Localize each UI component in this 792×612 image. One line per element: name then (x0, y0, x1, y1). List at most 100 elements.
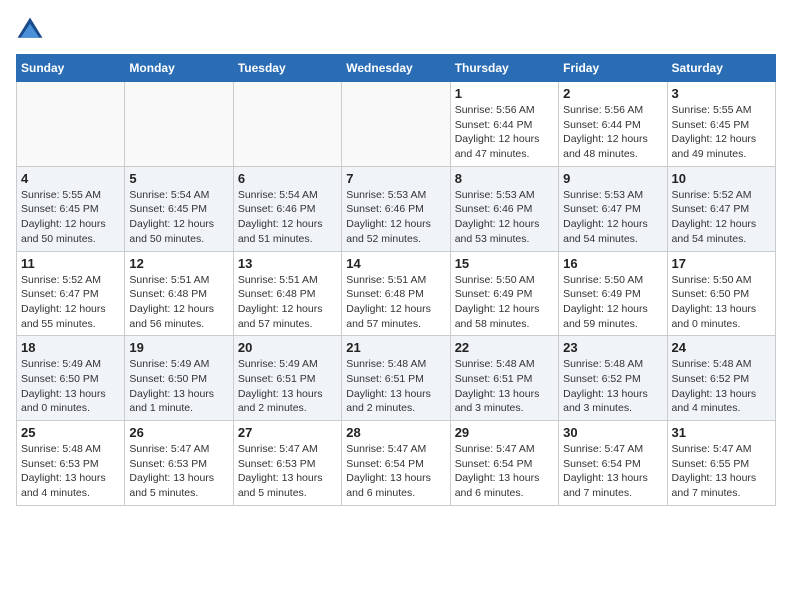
day-number: 24 (672, 340, 771, 355)
day-number: 2 (563, 86, 662, 101)
day-number: 13 (238, 256, 337, 271)
day-number: 18 (21, 340, 120, 355)
day-info: Sunrise: 5:49 AM Sunset: 6:51 PM Dayligh… (238, 357, 337, 416)
calendar-cell: 3 Sunrise: 5:55 AM Sunset: 6:45 PM Daylig… (667, 82, 775, 167)
day-number: 30 (563, 425, 662, 440)
day-info: Sunrise: 5:52 AM Sunset: 6:47 PM Dayligh… (672, 188, 771, 247)
calendar-cell: 2Sunrise: 5:56 AM Sunset: 6:44 PM Daylig… (559, 82, 667, 167)
day-number: 10 (672, 171, 771, 186)
day-number: 31 (672, 425, 771, 440)
calendar-cell (125, 82, 233, 167)
calendar-cell: 18 Sunrise: 5:49 AM Sunset: 6:50 PM Dayli… (17, 336, 125, 421)
weekday-header: Wednesday (342, 55, 450, 82)
day-number: 23 (563, 340, 662, 355)
weekday-header: Saturday (667, 55, 775, 82)
day-info: Sunrise: 5:53 AM Sunset: 6:47 PM Dayligh… (563, 188, 662, 247)
calendar-cell: 28 Sunrise: 5:47 AM Sunset: 6:54 PM Dayli… (342, 421, 450, 506)
day-info: Sunrise: 5:53 AM Sunset: 6:46 PM Dayligh… (346, 188, 445, 247)
calendar-cell: 10 Sunrise: 5:52 AM Sunset: 6:47 PM Dayli… (667, 166, 775, 251)
calendar-cell: 23 Sunrise: 5:48 AM Sunset: 6:52 PM Dayli… (559, 336, 667, 421)
day-info: Sunrise: 5:49 AM Sunset: 6:50 PM Dayligh… (21, 357, 120, 416)
calendar-cell: 7 Sunrise: 5:53 AM Sunset: 6:46 PM Daylig… (342, 166, 450, 251)
calendar-cell: 11 Sunrise: 5:52 AM Sunset: 6:47 PM Dayli… (17, 251, 125, 336)
day-number: 14 (346, 256, 445, 271)
day-info: Sunrise: 5:51 AM Sunset: 6:48 PM Dayligh… (238, 273, 337, 332)
day-number: 27 (238, 425, 337, 440)
day-info: Sunrise: 5:51 AM Sunset: 6:48 PM Dayligh… (129, 273, 228, 332)
day-info: Sunrise: 5:48 AM Sunset: 6:51 PM Dayligh… (455, 357, 554, 416)
calendar-cell: 31 Sunrise: 5:47 AM Sunset: 6:55 PM Dayli… (667, 421, 775, 506)
calendar-cell: 5 Sunrise: 5:54 AM Sunset: 6:45 PM Daylig… (125, 166, 233, 251)
day-info: Sunrise: 5:52 AM Sunset: 6:47 PM Dayligh… (21, 273, 120, 332)
day-info: Sunrise: 5:48 AM Sunset: 6:52 PM Dayligh… (672, 357, 771, 416)
weekday-header: Sunday (17, 55, 125, 82)
calendar-cell: 25 Sunrise: 5:48 AM Sunset: 6:53 PM Dayli… (17, 421, 125, 506)
day-number: 3 (672, 86, 771, 101)
day-number: 28 (346, 425, 445, 440)
day-number: 20 (238, 340, 337, 355)
day-number: 16 (563, 256, 662, 271)
calendar-cell: 26Sunrise: 5:47 AM Sunset: 6:53 PM Dayli… (125, 421, 233, 506)
day-number: 6 (238, 171, 337, 186)
calendar-week-row: 4 Sunrise: 5:55 AM Sunset: 6:45 PM Daylig… (17, 166, 776, 251)
day-info: Sunrise: 5:51 AM Sunset: 6:48 PM Dayligh… (346, 273, 445, 332)
day-info: Sunrise: 5:55 AM Sunset: 6:45 PM Dayligh… (672, 103, 771, 162)
calendar-cell (17, 82, 125, 167)
calendar-cell: 14 Sunrise: 5:51 AM Sunset: 6:48 PM Dayli… (342, 251, 450, 336)
calendar-cell: 20 Sunrise: 5:49 AM Sunset: 6:51 PM Dayli… (233, 336, 341, 421)
calendar-cell: 15 Sunrise: 5:50 AM Sunset: 6:49 PM Dayli… (450, 251, 558, 336)
calendar-cell: 16 Sunrise: 5:50 AM Sunset: 6:49 PM Dayli… (559, 251, 667, 336)
day-number: 5 (129, 171, 228, 186)
weekday-header: Thursday (450, 55, 558, 82)
day-info: Sunrise: 5:50 AM Sunset: 6:50 PM Dayligh… (672, 273, 771, 332)
day-number: 7 (346, 171, 445, 186)
calendar-week-row: 18 Sunrise: 5:49 AM Sunset: 6:50 PM Dayli… (17, 336, 776, 421)
day-info: Sunrise: 5:49 AM Sunset: 6:50 PM Dayligh… (129, 357, 228, 416)
calendar-cell: 13 Sunrise: 5:51 AM Sunset: 6:48 PM Dayli… (233, 251, 341, 336)
day-number: 9 (563, 171, 662, 186)
calendar-cell: 8 Sunrise: 5:53 AM Sunset: 6:46 PM Daylig… (450, 166, 558, 251)
day-number: 12 (129, 256, 228, 271)
calendar-cell: 24 Sunrise: 5:48 AM Sunset: 6:52 PM Dayli… (667, 336, 775, 421)
day-info: Sunrise: 5:50 AM Sunset: 6:49 PM Dayligh… (455, 273, 554, 332)
day-number: 17 (672, 256, 771, 271)
weekday-header: Tuesday (233, 55, 341, 82)
calendar-week-row: 25 Sunrise: 5:48 AM Sunset: 6:53 PM Dayli… (17, 421, 776, 506)
weekday-header: Friday (559, 55, 667, 82)
calendar-cell (342, 82, 450, 167)
day-info: Sunrise: 5:47 AM Sunset: 6:54 PM Dayligh… (563, 442, 662, 501)
weekday-header: Monday (125, 55, 233, 82)
day-number: 15 (455, 256, 554, 271)
day-info: Sunrise: 5:48 AM Sunset: 6:51 PM Dayligh… (346, 357, 445, 416)
day-info: Sunrise: 5:50 AM Sunset: 6:49 PM Dayligh… (563, 273, 662, 332)
calendar-cell: 29Sunrise: 5:47 AM Sunset: 6:54 PM Dayli… (450, 421, 558, 506)
calendar-cell: 9 Sunrise: 5:53 AM Sunset: 6:47 PM Daylig… (559, 166, 667, 251)
day-info: Sunrise: 5:48 AM Sunset: 6:53 PM Dayligh… (21, 442, 120, 501)
day-info: Sunrise: 5:47 AM Sunset: 6:54 PM Dayligh… (346, 442, 445, 501)
calendar-week-row: 11 Sunrise: 5:52 AM Sunset: 6:47 PM Dayli… (17, 251, 776, 336)
day-number: 29 (455, 425, 554, 440)
page-header (16, 16, 776, 44)
calendar-table: SundayMondayTuesdayWednesdayThursdayFrid… (16, 54, 776, 506)
day-info: Sunrise: 5:54 AM Sunset: 6:45 PM Dayligh… (129, 188, 228, 247)
day-number: 11 (21, 256, 120, 271)
day-info: Sunrise: 5:47 AM Sunset: 6:53 PM Dayligh… (238, 442, 337, 501)
day-number: 4 (21, 171, 120, 186)
day-info: Sunrise: 5:53 AM Sunset: 6:46 PM Dayligh… (455, 188, 554, 247)
calendar-cell: 19 Sunrise: 5:49 AM Sunset: 6:50 PM Dayli… (125, 336, 233, 421)
calendar-cell: 12 Sunrise: 5:51 AM Sunset: 6:48 PM Dayli… (125, 251, 233, 336)
calendar-cell: 6Sunrise: 5:54 AM Sunset: 6:46 PM Daylig… (233, 166, 341, 251)
calendar-cell (233, 82, 341, 167)
day-info: Sunrise: 5:48 AM Sunset: 6:52 PM Dayligh… (563, 357, 662, 416)
calendar-cell: 22 Sunrise: 5:48 AM Sunset: 6:51 PM Dayli… (450, 336, 558, 421)
day-number: 1 (455, 86, 554, 101)
calendar-cell: 1Sunrise: 5:56 AM Sunset: 6:44 PM Daylig… (450, 82, 558, 167)
day-info: Sunrise: 5:55 AM Sunset: 6:45 PM Dayligh… (21, 188, 120, 247)
day-number: 26 (129, 425, 228, 440)
day-number: 19 (129, 340, 228, 355)
day-number: 21 (346, 340, 445, 355)
day-number: 25 (21, 425, 120, 440)
day-number: 8 (455, 171, 554, 186)
day-info: Sunrise: 5:47 AM Sunset: 6:55 PM Dayligh… (672, 442, 771, 501)
day-number: 22 (455, 340, 554, 355)
